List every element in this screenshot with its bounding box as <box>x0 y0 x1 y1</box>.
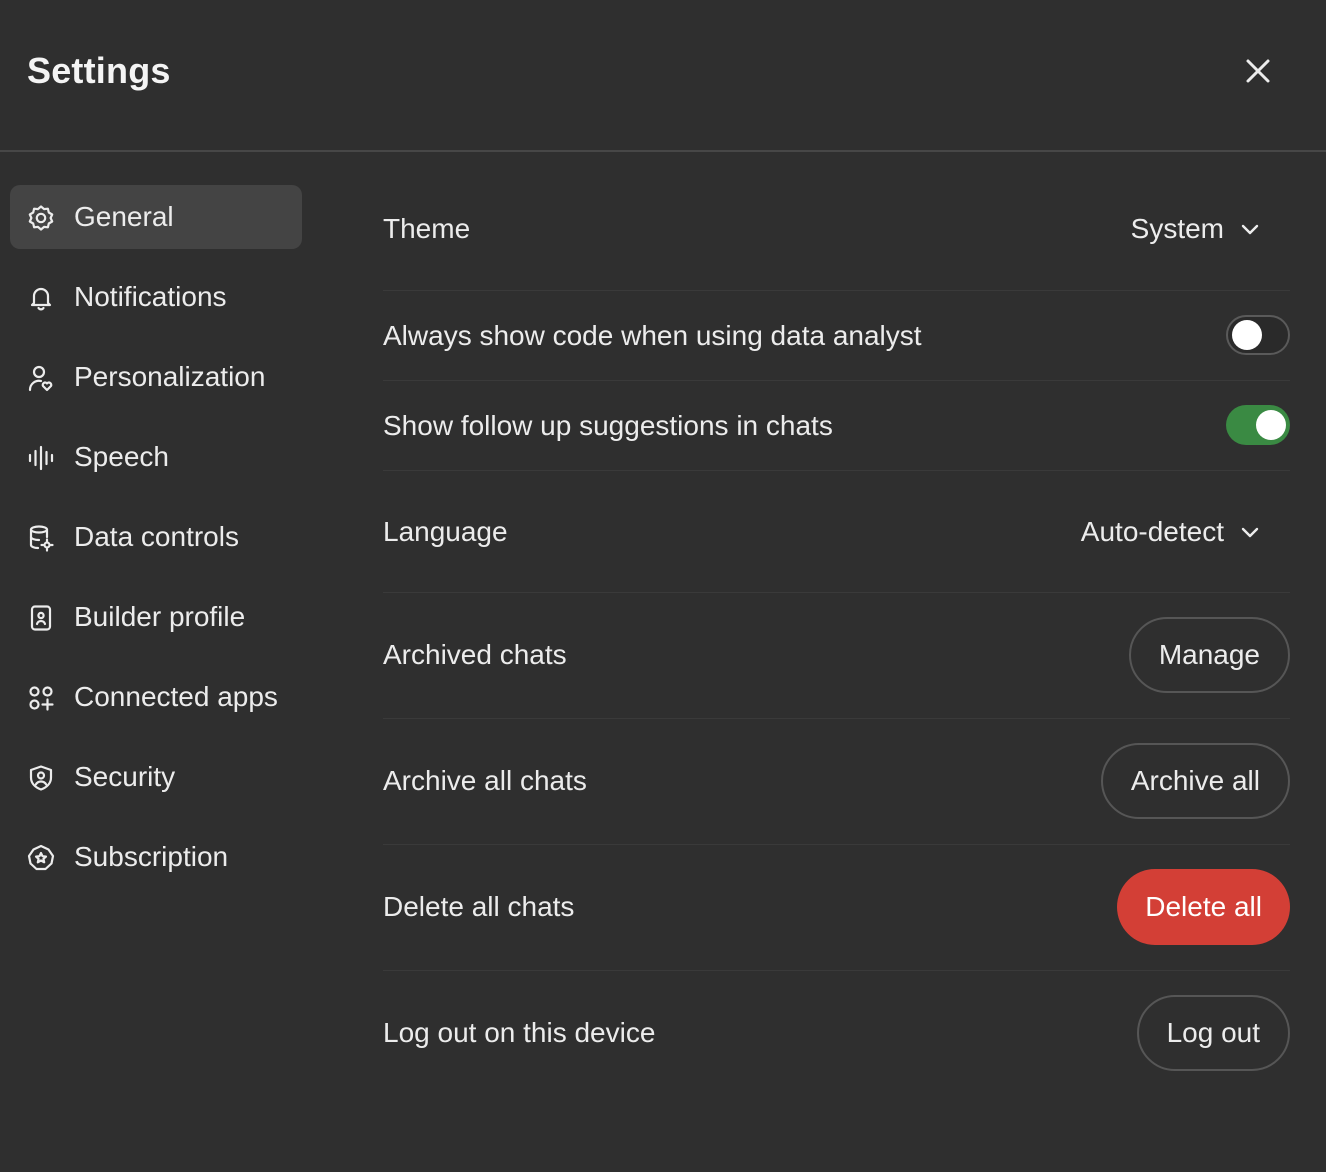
sidebar-item-subscription[interactable]: Subscription <box>10 825 302 889</box>
manage-archived-button[interactable]: Manage <box>1128 617 1290 693</box>
follow-up-toggle[interactable] <box>1226 405 1290 445</box>
bell-icon <box>26 283 56 313</box>
theme-value: System <box>1130 213 1224 244</box>
setting-row-language: Language Auto-detect <box>383 470 1290 593</box>
sidebar-item-speech[interactable]: Speech <box>10 425 302 489</box>
archive-all-button[interactable]: Archive all <box>1100 743 1290 819</box>
show-code-toggle[interactable] <box>1226 315 1290 355</box>
sidebar-item-label: Speech <box>74 441 169 472</box>
badge-star-icon <box>26 843 56 873</box>
sidebar-item-builder-profile[interactable]: Builder profile <box>10 585 302 649</box>
archived-chats-label: Archived chats <box>383 639 567 670</box>
setting-row-archive-all: Archive all chats Archive all <box>383 718 1290 845</box>
toggle-knob <box>1232 320 1262 350</box>
chevron-down-icon <box>1241 224 1259 235</box>
sidebar-item-label: Personalization <box>74 361 266 392</box>
close-icon <box>1246 59 1270 83</box>
setting-row-follow-up: Show follow up suggestions in chats <box>383 380 1290 471</box>
delete-all-label: Delete all chats <box>383 891 575 922</box>
show-code-label: Always show code when using data analyst <box>383 320 922 351</box>
close-button[interactable] <box>1236 49 1280 93</box>
database-gear-icon <box>26 523 56 553</box>
sidebar-item-label: Security <box>74 761 176 792</box>
waveform-icon <box>26 443 56 473</box>
gear-icon <box>26 203 56 233</box>
settings-sidebar: General Notifications Personalization Sp… <box>10 185 302 905</box>
language-label: Language <box>383 516 508 547</box>
chevron-down-icon <box>1241 527 1259 538</box>
sidebar-item-label: General <box>74 201 174 232</box>
setting-row-show-code: Always show code when using data analyst <box>383 290 1290 381</box>
sidebar-item-label: Connected apps <box>74 681 278 712</box>
sidebar-item-connected-apps[interactable]: Connected apps <box>10 665 302 729</box>
sidebar-item-data-controls[interactable]: Data controls <box>10 505 302 569</box>
follow-up-label: Show follow up suggestions in chats <box>383 410 833 441</box>
language-value: Auto-detect <box>1080 516 1224 547</box>
setting-row-archived-chats: Archived chats Manage <box>383 592 1290 719</box>
page-title: Settings <box>27 50 171 91</box>
log-out-label: Log out on this device <box>383 1017 656 1048</box>
language-dropdown[interactable]: Auto-detect <box>1081 516 1260 548</box>
sidebar-item-security[interactable]: Security <box>10 745 302 809</box>
sidebar-item-label: Builder profile <box>74 601 246 632</box>
setting-row-delete-all: Delete all chats Delete all <box>383 844 1290 971</box>
person-heart-icon <box>26 363 56 393</box>
log-out-button[interactable]: Log out <box>1136 995 1290 1071</box>
sidebar-item-label: Notifications <box>74 281 227 312</box>
apps-plus-icon <box>26 683 56 713</box>
archive-all-label: Archive all chats <box>383 765 587 796</box>
id-badge-icon <box>26 603 56 633</box>
settings-header: Settings <box>0 0 1326 152</box>
sidebar-item-general[interactable]: General <box>10 185 302 249</box>
setting-row-log-out: Log out on this device Log out <box>383 970 1290 1096</box>
toggle-knob <box>1256 410 1286 440</box>
theme-dropdown[interactable]: System <box>1131 213 1260 245</box>
theme-label: Theme <box>383 213 471 244</box>
sidebar-item-label: Subscription <box>74 841 229 872</box>
sidebar-item-notifications[interactable]: Notifications <box>10 265 302 329</box>
sidebar-item-label: Data controls <box>74 521 239 552</box>
sidebar-item-personalization[interactable]: Personalization <box>10 345 302 409</box>
delete-all-button[interactable]: Delete all <box>1117 869 1290 945</box>
shield-user-icon <box>26 763 56 793</box>
setting-row-theme: Theme System <box>383 185 1290 291</box>
